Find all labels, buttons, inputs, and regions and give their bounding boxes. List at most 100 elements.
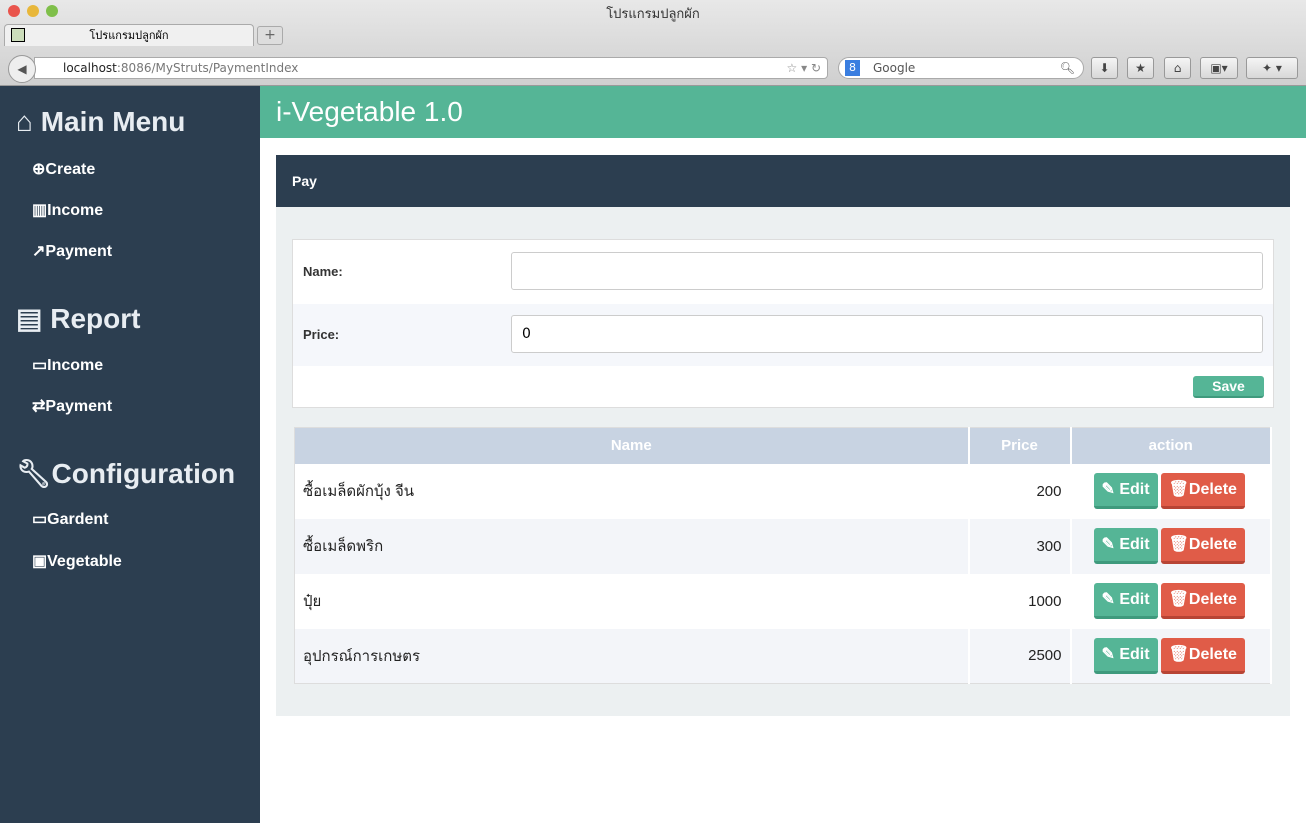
- payment-table: Name Price action ซื้อเมล็ดผักบุ้ง จีน 2…: [294, 427, 1272, 684]
- window-title: โปรแกรมปลูกผัก: [606, 7, 700, 22]
- sidebar: ⌂ Main Menu ⊕Create ▥Income ↗Payment ▤ R…: [0, 86, 260, 823]
- bookmark-menu-button[interactable]: ▣▾: [1200, 57, 1238, 79]
- downloads-button[interactable]: ⬇: [1091, 57, 1118, 79]
- credit-card-icon: ▭: [32, 357, 48, 374]
- delete-label: Delete: [1188, 481, 1237, 498]
- search-icon[interactable]: 🔍︎: [1060, 58, 1075, 78]
- item-label: Income: [47, 202, 104, 219]
- plus-circle-icon: ⊕: [32, 161, 46, 178]
- sidebar-item-payment[interactable]: ↗Payment: [32, 241, 112, 261]
- sidebar-item-gardent[interactable]: ▭Gardent: [32, 509, 108, 529]
- edit-icon: ✎: [1101, 645, 1120, 663]
- gift-icon: ▣: [32, 553, 48, 570]
- bookmark-star-icon[interactable]: ☆ ▾ ↻: [787, 58, 821, 78]
- sidebar-section-report: ▤ Report: [16, 302, 140, 335]
- delete-button[interactable]: 🗑︎Delete: [1160, 637, 1245, 674]
- addon-button[interactable]: ✦ ▾: [1246, 57, 1298, 79]
- row-name: ปุ๋ย: [294, 573, 970, 629]
- trash-icon: 🗑︎: [1168, 481, 1189, 498]
- price-label: Price:: [303, 327, 340, 342]
- row-price: 300: [968, 518, 1072, 574]
- column-header-action: action: [1070, 427, 1272, 464]
- section-title: Report: [50, 303, 141, 334]
- edit-button[interactable]: ✎ Edit: [1093, 637, 1158, 674]
- table-row: อุปกรณ์การเกษตร 2500 ✎ Edit 🗑︎Delete: [294, 628, 1272, 684]
- sidebar-item-create[interactable]: ⊕Create: [32, 159, 95, 179]
- exchange-icon: ⇄: [32, 398, 46, 415]
- panel-title: Pay: [276, 155, 1290, 207]
- table-row: ปุ๋ย 1000 ✎ Edit 🗑︎Delete: [294, 573, 1272, 629]
- sidebar-item-income[interactable]: ▥Income: [32, 200, 103, 220]
- sidebar-item-report-payment[interactable]: ⇄Payment: [32, 396, 112, 416]
- item-label: Gardent: [47, 511, 109, 528]
- bar-chart-icon: ▥: [32, 202, 48, 219]
- url-host: localhost: [63, 61, 117, 75]
- delete-button[interactable]: 🗑︎Delete: [1160, 528, 1245, 564]
- row-price: 200: [968, 463, 1072, 519]
- section-title: Configuration: [51, 458, 236, 489]
- delete-label: Delete: [1188, 536, 1237, 553]
- address-bar[interactable]: localhost:8086/MyStruts/PaymentIndex ☆ ▾ …: [34, 57, 828, 79]
- pay-panel: Pay Name: Price: 0 Save Name Price actio…: [276, 155, 1290, 716]
- trash-icon: 🗑︎: [1168, 645, 1189, 663]
- sidebar-item-vegetable[interactable]: ▣Vegetable: [32, 551, 122, 571]
- edit-icon: ✎: [1101, 481, 1120, 498]
- app-header: i-Vegetable 1.0: [260, 86, 1306, 138]
- column-header-price[interactable]: Price: [968, 427, 1072, 464]
- sidebar-section-main-menu: ⌂ Main Menu: [16, 106, 185, 138]
- edit-label: Edit: [1119, 645, 1150, 663]
- item-label: Income: [47, 357, 104, 374]
- home-button[interactable]: ⌂: [1164, 57, 1191, 79]
- delete-label: Delete: [1188, 591, 1237, 608]
- row-price: 1000: [968, 573, 1072, 629]
- wrench-icon: 🔧︎: [16, 458, 52, 489]
- name-input[interactable]: [511, 252, 1263, 290]
- edit-label: Edit: [1119, 536, 1150, 553]
- sidebar-section-configuration: 🔧︎Configuration: [16, 457, 235, 490]
- row-price: 2500: [968, 628, 1072, 684]
- sidebar-item-report-income[interactable]: ▭Income: [32, 355, 103, 375]
- favicon-icon: [11, 28, 25, 42]
- trash-icon: 🗑︎: [1168, 536, 1189, 553]
- name-label: Name:: [303, 264, 343, 279]
- price-input[interactable]: 0: [511, 315, 1263, 353]
- table-row: ซื้อเมล็ดพริก 300 ✎ Edit 🗑︎Delete: [294, 518, 1272, 574]
- row-name: ซื้อเมล็ดพริก: [294, 518, 970, 574]
- edit-icon: ✎: [1101, 536, 1120, 553]
- search-placeholder: Google: [873, 61, 916, 75]
- browser-tab[interactable]: โปรแกรมปลูกผัก: [4, 24, 254, 46]
- row-name: ซื้อเมล็ดผักบุ้ง จีน: [294, 463, 970, 519]
- home-icon: ⌂: [16, 106, 33, 137]
- delete-button[interactable]: 🗑︎Delete: [1160, 583, 1245, 619]
- item-label: Payment: [45, 398, 113, 415]
- bookmarks-button[interactable]: ★: [1127, 57, 1154, 79]
- search-input[interactable]: 8 Google 🔍︎: [838, 57, 1084, 79]
- delete-label: Delete: [1188, 645, 1237, 663]
- new-tab-button[interactable]: +: [257, 26, 283, 45]
- item-label: Create: [45, 161, 96, 178]
- section-title: Main Menu: [40, 106, 186, 137]
- back-button[interactable]: ◀: [8, 55, 36, 83]
- url-path: :8086/MyStruts/PaymentIndex: [116, 61, 299, 75]
- edit-button[interactable]: ✎ Edit: [1093, 473, 1158, 509]
- list-alt-icon: ▤: [16, 303, 43, 334]
- pay-form: Name: Price: 0 Save: [292, 239, 1274, 408]
- edit-icon: ✎: [1101, 591, 1120, 608]
- row-name: อุปกรณ์การเกษตร: [294, 628, 970, 684]
- edit-label: Edit: [1119, 591, 1150, 608]
- tab-title: โปรแกรมปลูกผัก: [89, 29, 169, 42]
- table-row: ซื้อเมล็ดผักบุ้ง จีน 200 ✎ Edit 🗑︎Delete: [294, 463, 1272, 519]
- item-label: Payment: [45, 243, 113, 260]
- edit-button[interactable]: ✎ Edit: [1093, 583, 1158, 619]
- column-header-name[interactable]: Name: [294, 427, 970, 464]
- google-icon: 8: [845, 60, 860, 76]
- item-label: Vegetable: [47, 553, 122, 570]
- external-link-icon: ↗: [32, 243, 46, 260]
- edit-label: Edit: [1119, 481, 1150, 498]
- trash-icon: 🗑︎: [1168, 591, 1189, 608]
- delete-button[interactable]: 🗑︎Delete: [1160, 473, 1245, 509]
- edit-button[interactable]: ✎ Edit: [1093, 528, 1158, 564]
- folder-icon: ▭: [32, 511, 48, 528]
- save-button[interactable]: Save: [1193, 376, 1264, 398]
- browser-chrome: โปรแกรมปลูกผัก โปรแกรมปลูกผัก + localhos…: [0, 0, 1306, 86]
